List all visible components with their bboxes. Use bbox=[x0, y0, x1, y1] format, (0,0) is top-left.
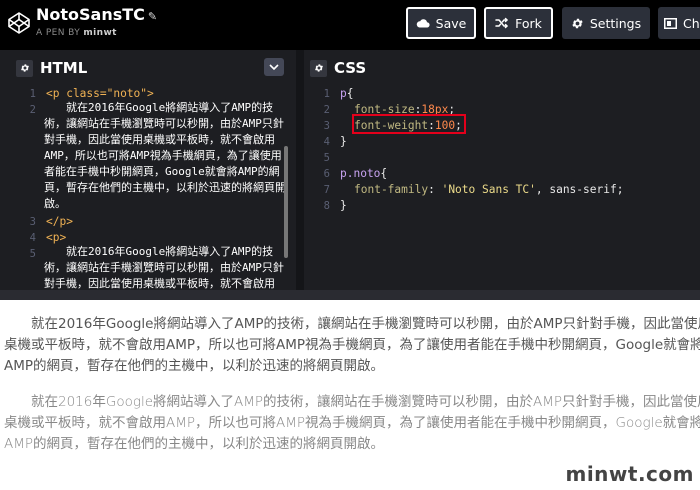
html-scrollbar[interactable] bbox=[284, 146, 288, 258]
line-number: 2 bbox=[29, 104, 36, 116]
preview-paragraph-noto: 就在2016年Google將網站導入了AMP的技術，讓網站在手機瀏覽時可以秒開，… bbox=[4, 314, 700, 377]
gear-icon bbox=[20, 64, 29, 72]
line-number: 1 bbox=[323, 88, 330, 100]
pane-divider[interactable] bbox=[296, 50, 304, 290]
html-pane-title: HTML bbox=[40, 59, 88, 77]
css-close-brace: } bbox=[340, 199, 347, 212]
html-collapse-button[interactable] bbox=[264, 58, 284, 76]
result-preview: 就在2016年Google將網站導入了AMP的技術，讓網站在手機瀏覽時可以秒開，… bbox=[0, 300, 700, 490]
html-code[interactable]: 1 <p class="noto"> 2 就在2016年Google將網站導入了… bbox=[12, 84, 292, 290]
save-label: Save bbox=[435, 15, 467, 31]
settings-button[interactable]: Settings bbox=[562, 7, 650, 39]
preview-resize-bar[interactable] bbox=[0, 290, 700, 300]
css-pane-header: CSS bbox=[306, 56, 700, 80]
editor-area: HTML 1 <p class="noto"> 2 就在2016年Google將… bbox=[0, 50, 700, 290]
html-pane-settings-button[interactable] bbox=[16, 59, 33, 77]
fork-button[interactable]: Fork bbox=[484, 7, 553, 39]
change-view-label: Ch bbox=[683, 15, 700, 31]
save-button[interactable]: Save bbox=[406, 7, 476, 39]
css-rule-2-open: p.noto{ bbox=[340, 166, 387, 182]
css-close-brace: } bbox=[340, 135, 347, 148]
css-selector-p-noto: p.noto bbox=[340, 167, 381, 180]
css-pane-title: CSS bbox=[334, 59, 367, 77]
fork-icon bbox=[495, 17, 508, 29]
line-number: 2 bbox=[323, 104, 330, 116]
css-selector-p: p bbox=[340, 87, 347, 100]
pencil-icon[interactable]: ✎ bbox=[148, 10, 157, 23]
line-number: 3 bbox=[323, 120, 330, 132]
html-pane-header: HTML bbox=[12, 56, 292, 80]
line-number: 7 bbox=[323, 184, 330, 196]
gear-icon bbox=[572, 18, 583, 28]
line-number: 4 bbox=[29, 232, 36, 244]
font-weight-highlight-box bbox=[352, 114, 466, 134]
line-number: 5 bbox=[323, 152, 330, 164]
css-open-brace: { bbox=[346, 87, 354, 100]
line-number: 3 bbox=[29, 216, 36, 228]
css-pane-settings-button[interactable] bbox=[310, 59, 327, 77]
layout-icon bbox=[664, 17, 677, 29]
css-open-brace: { bbox=[380, 167, 388, 180]
line-number: 8 bbox=[323, 200, 330, 212]
pen-author-line: A PEN BY minwt bbox=[36, 28, 117, 38]
line-number: 6 bbox=[323, 168, 330, 180]
cloud-icon bbox=[416, 19, 430, 28]
css-rule-1-open: p{ bbox=[340, 86, 354, 102]
css-decl-font-family: font-family: 'Noto Sans TC', sans-serif; bbox=[354, 183, 624, 196]
gear-icon bbox=[314, 64, 323, 72]
line-number: 4 bbox=[323, 136, 330, 148]
html-editor-pane: HTML 1 <p class="noto"> 2 就在2016年Google將… bbox=[12, 54, 292, 290]
pen-title[interactable]: NotoSansTC ✎ bbox=[36, 5, 157, 24]
settings-label: Settings bbox=[589, 15, 642, 31]
css-prop: font-family bbox=[354, 183, 429, 196]
line-number: 1 bbox=[29, 88, 36, 100]
line-number: 5 bbox=[29, 248, 36, 260]
preview-paragraph-1-text: 就在2016年Google將網站導入了AMP的技術，讓網站在手機瀏覽時可以秒開，… bbox=[4, 316, 700, 374]
pen-author[interactable]: minwt bbox=[83, 28, 117, 38]
top-bar: NotoSansTC ✎ A PEN BY minwt Save Fork Set… bbox=[0, 0, 700, 50]
html-paragraph-text-2: 就在2016年Google將網站導入了AMP的技術，讓網站在手機瀏覽時可以秒開，… bbox=[44, 245, 284, 290]
fork-label: Fork bbox=[515, 15, 542, 31]
pen-by-prefix: A PEN BY bbox=[36, 28, 81, 38]
watermark: minwt.com bbox=[565, 462, 694, 486]
codepen-logo-icon[interactable] bbox=[7, 11, 31, 35]
chevron-down-icon bbox=[269, 64, 279, 70]
preview-paragraph-thin: 就在2016年Google將網站導入了AMP的技術，讓網站在手機瀏覽時可以秒開，… bbox=[4, 392, 700, 455]
html-paragraph-text: 就在2016年Google將網站導入了AMP的技術，讓網站在手機瀏覽時可以秒開，… bbox=[44, 101, 286, 210]
html-close-tag: </p> bbox=[46, 215, 73, 228]
change-view-button[interactable]: Ch bbox=[658, 7, 700, 39]
css-value-string: 'Noto Sans TC' bbox=[441, 183, 536, 196]
preview-paragraph-2-text: 就在2016年Google將網站導入了AMP的技術，讓網站在手機瀏覽時可以秒開，… bbox=[4, 394, 700, 452]
pen-title-text: NotoSansTC bbox=[36, 5, 145, 24]
css-value-rest: , sans-serif; bbox=[535, 183, 624, 196]
css-editor-pane: CSS 1 p{ 2 font-size:18px; 3 font-weight… bbox=[306, 54, 700, 290]
